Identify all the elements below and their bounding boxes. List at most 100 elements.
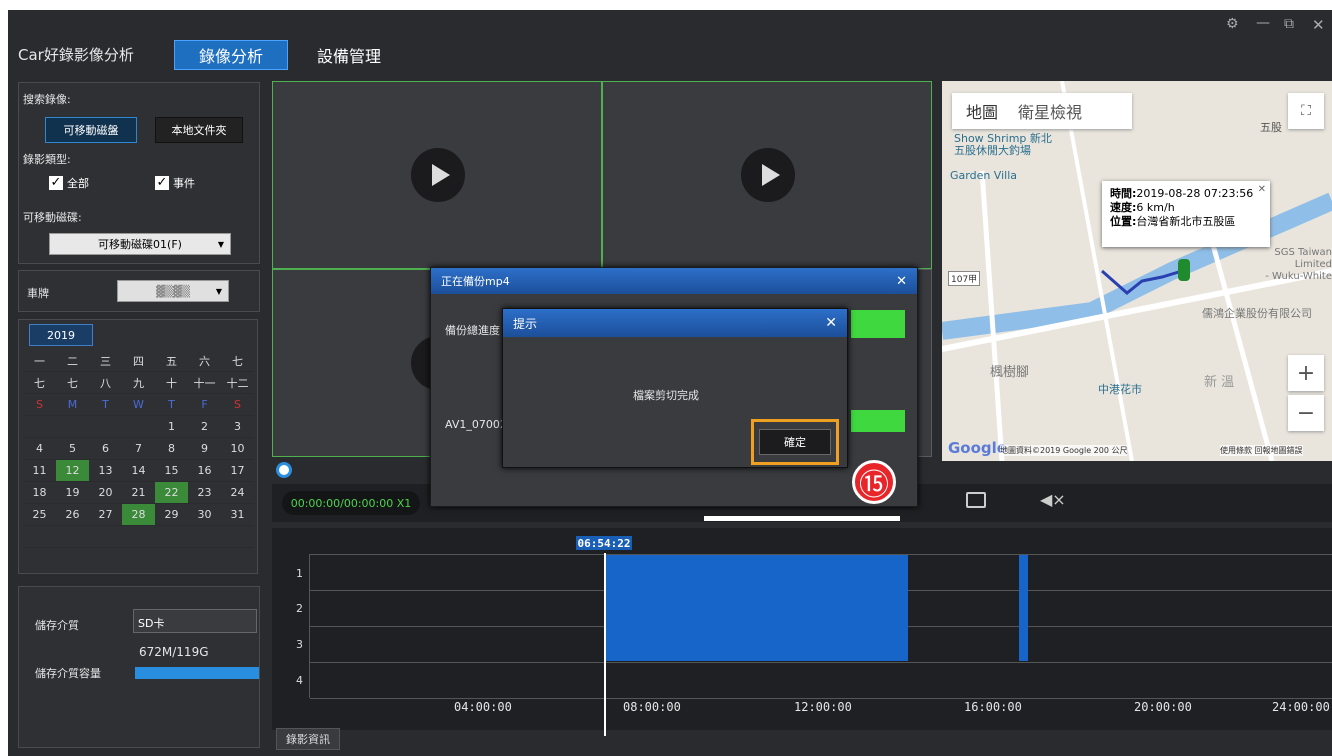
zoom-in-button[interactable]: +	[1288, 355, 1324, 391]
month-cell[interactable]: 五	[155, 350, 188, 372]
map-tab-satellite[interactable]: 衛星檢視	[1012, 99, 1088, 123]
weekday-cell[interactable]: S	[23, 394, 56, 416]
plate-select[interactable]: ▓▒▓▒ ▼	[117, 280, 229, 302]
seek-handle[interactable]	[276, 462, 292, 478]
row-label-2: 2	[296, 602, 303, 615]
map-tab-map[interactable]: 地圖	[952, 99, 1012, 123]
day-cell[interactable]: 2	[188, 416, 221, 438]
day-cell[interactable]: 3	[221, 416, 254, 438]
recording-segment[interactable]	[1019, 555, 1028, 661]
day-cell[interactable]: 24	[221, 482, 254, 504]
settings-icon[interactable]: ⚙	[1226, 16, 1239, 32]
calendar-year[interactable]: 2019	[29, 324, 93, 346]
timeline-cursor[interactable]	[604, 553, 606, 736]
day-cell[interactable]: 5	[56, 438, 89, 460]
map-poi-8: 五股	[1260, 121, 1282, 134]
close-icon[interactable]: ✕	[825, 315, 837, 331]
checkbox-all[interactable]: ✓ 全部	[49, 175, 89, 191]
dropdown-arrow-icon: ▼	[215, 286, 222, 296]
month-cell[interactable]: 三	[89, 350, 122, 372]
snapshot-icon[interactable]	[966, 492, 986, 508]
month-cell[interactable]: 一	[23, 350, 56, 372]
info-close-icon[interactable]: ✕	[1258, 183, 1266, 197]
month-cell[interactable]: 七	[221, 350, 254, 372]
day-cell[interactable]: 21	[122, 482, 155, 504]
day-cell[interactable]: 9	[188, 438, 221, 460]
month-cell[interactable]: 九	[122, 372, 155, 394]
day-cell[interactable]: 31	[221, 504, 254, 526]
month-cell[interactable]: 七	[56, 372, 89, 394]
tab-device-management[interactable]: 設備管理	[304, 40, 394, 70]
day-cell[interactable]: 18	[23, 482, 56, 504]
minimize-icon[interactable]: —	[1256, 15, 1270, 31]
day-cell[interactable]: 17	[221, 460, 254, 482]
weekday-cell[interactable]: T	[155, 394, 188, 416]
video-pane-2[interactable]	[602, 81, 932, 269]
month-cell[interactable]: 七	[23, 372, 56, 394]
removable-disk-button[interactable]: 可移動磁盤	[45, 117, 137, 143]
weekday-cell[interactable]: M	[56, 394, 89, 416]
day-cell[interactable]: 28	[122, 504, 155, 526]
month-cell[interactable]: 六	[188, 350, 221, 372]
day-cell[interactable]: 1	[155, 416, 188, 438]
month-cell[interactable]: 四	[122, 350, 155, 372]
day-cell[interactable]: 26	[56, 504, 89, 526]
close-icon[interactable]: ✕	[896, 274, 907, 289]
ok-button[interactable]: 確定	[759, 429, 831, 455]
play-icon[interactable]	[741, 148, 795, 202]
removable-select-value: 可移動磁碟01(F)	[98, 238, 182, 251]
month-cell[interactable]: 十一	[188, 372, 221, 394]
weekday-cell[interactable]: F	[188, 394, 221, 416]
day-cell[interactable]: 29	[155, 504, 188, 526]
day-cell[interactable]	[56, 416, 89, 438]
close-icon[interactable]: ✕	[1312, 16, 1325, 34]
day-cell[interactable]: 12	[56, 460, 89, 482]
plate-select-value: ▓▒▓▒	[156, 284, 190, 298]
map-terms-link[interactable]: 使用條款 回報地圖錯誤	[1220, 445, 1303, 456]
recording-segment[interactable]	[606, 555, 908, 661]
weekday-cell[interactable]: W	[122, 394, 155, 416]
day-cell[interactable]: 23	[188, 482, 221, 504]
volume-bar[interactable]	[704, 516, 900, 521]
day-cell[interactable]: 6	[89, 438, 122, 460]
day-cell[interactable]: 4	[23, 438, 56, 460]
day-cell[interactable]: 13	[89, 460, 122, 482]
day-cell[interactable]: 30	[188, 504, 221, 526]
day-cell[interactable]: 25	[23, 504, 56, 526]
info-location: 位置:台灣省新北市五股區	[1110, 215, 1262, 229]
day-cell[interactable]: 19	[56, 482, 89, 504]
day-cell[interactable]: 11	[23, 460, 56, 482]
map[interactable]: 地圖 衛星檢視 ⛶ Show Shrimp 新北 五股休閒大釣場 Garden V…	[942, 81, 1332, 461]
mute-icon[interactable]: ◀×	[1040, 490, 1066, 509]
removable-select[interactable]: 可移動磁碟01(F) ▼	[49, 233, 231, 255]
month-cell[interactable]: 十二	[221, 372, 254, 394]
month-cell[interactable]: 二	[56, 350, 89, 372]
checkbox-event[interactable]: ✓ 事件	[155, 175, 195, 191]
map-info-window: 時間:2019-08-28 07:23:56 速度:6 km/h 位置:台灣省新…	[1102, 181, 1270, 247]
tab-record-analysis[interactable]: 錄像分析	[174, 40, 288, 70]
day-cell[interactable]: 16	[188, 460, 221, 482]
day-cell[interactable]: 7	[122, 438, 155, 460]
month-cell[interactable]: 八	[89, 372, 122, 394]
tab-record-info[interactable]: 錄影資訊	[276, 728, 340, 750]
day-cell[interactable]	[23, 416, 56, 438]
day-cell[interactable]: 27	[89, 504, 122, 526]
local-folder-button[interactable]: 本地文件夾	[155, 117, 243, 143]
month-cell[interactable]: 十	[155, 372, 188, 394]
weekday-cell[interactable]: S	[221, 394, 254, 416]
zoom-out-button[interactable]: −	[1288, 395, 1324, 431]
day-cell[interactable]	[89, 416, 122, 438]
restore-icon[interactable]: ⧉	[1284, 16, 1294, 32]
video-pane-1[interactable]	[272, 81, 602, 269]
day-cell[interactable]: 15	[155, 460, 188, 482]
play-icon[interactable]	[411, 148, 465, 202]
day-cell[interactable]: 22	[155, 482, 188, 504]
day-cell[interactable]: 10	[221, 438, 254, 460]
day-cell[interactable]: 8	[155, 438, 188, 460]
day-cell[interactable]	[122, 416, 155, 438]
fullscreen-icon[interactable]: ⛶	[1288, 93, 1324, 129]
weekday-cell[interactable]: T	[89, 394, 122, 416]
day-cell[interactable]: 20	[89, 482, 122, 504]
map-poi-1: Show Shrimp 新北 五股休閒大釣場	[954, 133, 1052, 157]
day-cell[interactable]: 14	[122, 460, 155, 482]
